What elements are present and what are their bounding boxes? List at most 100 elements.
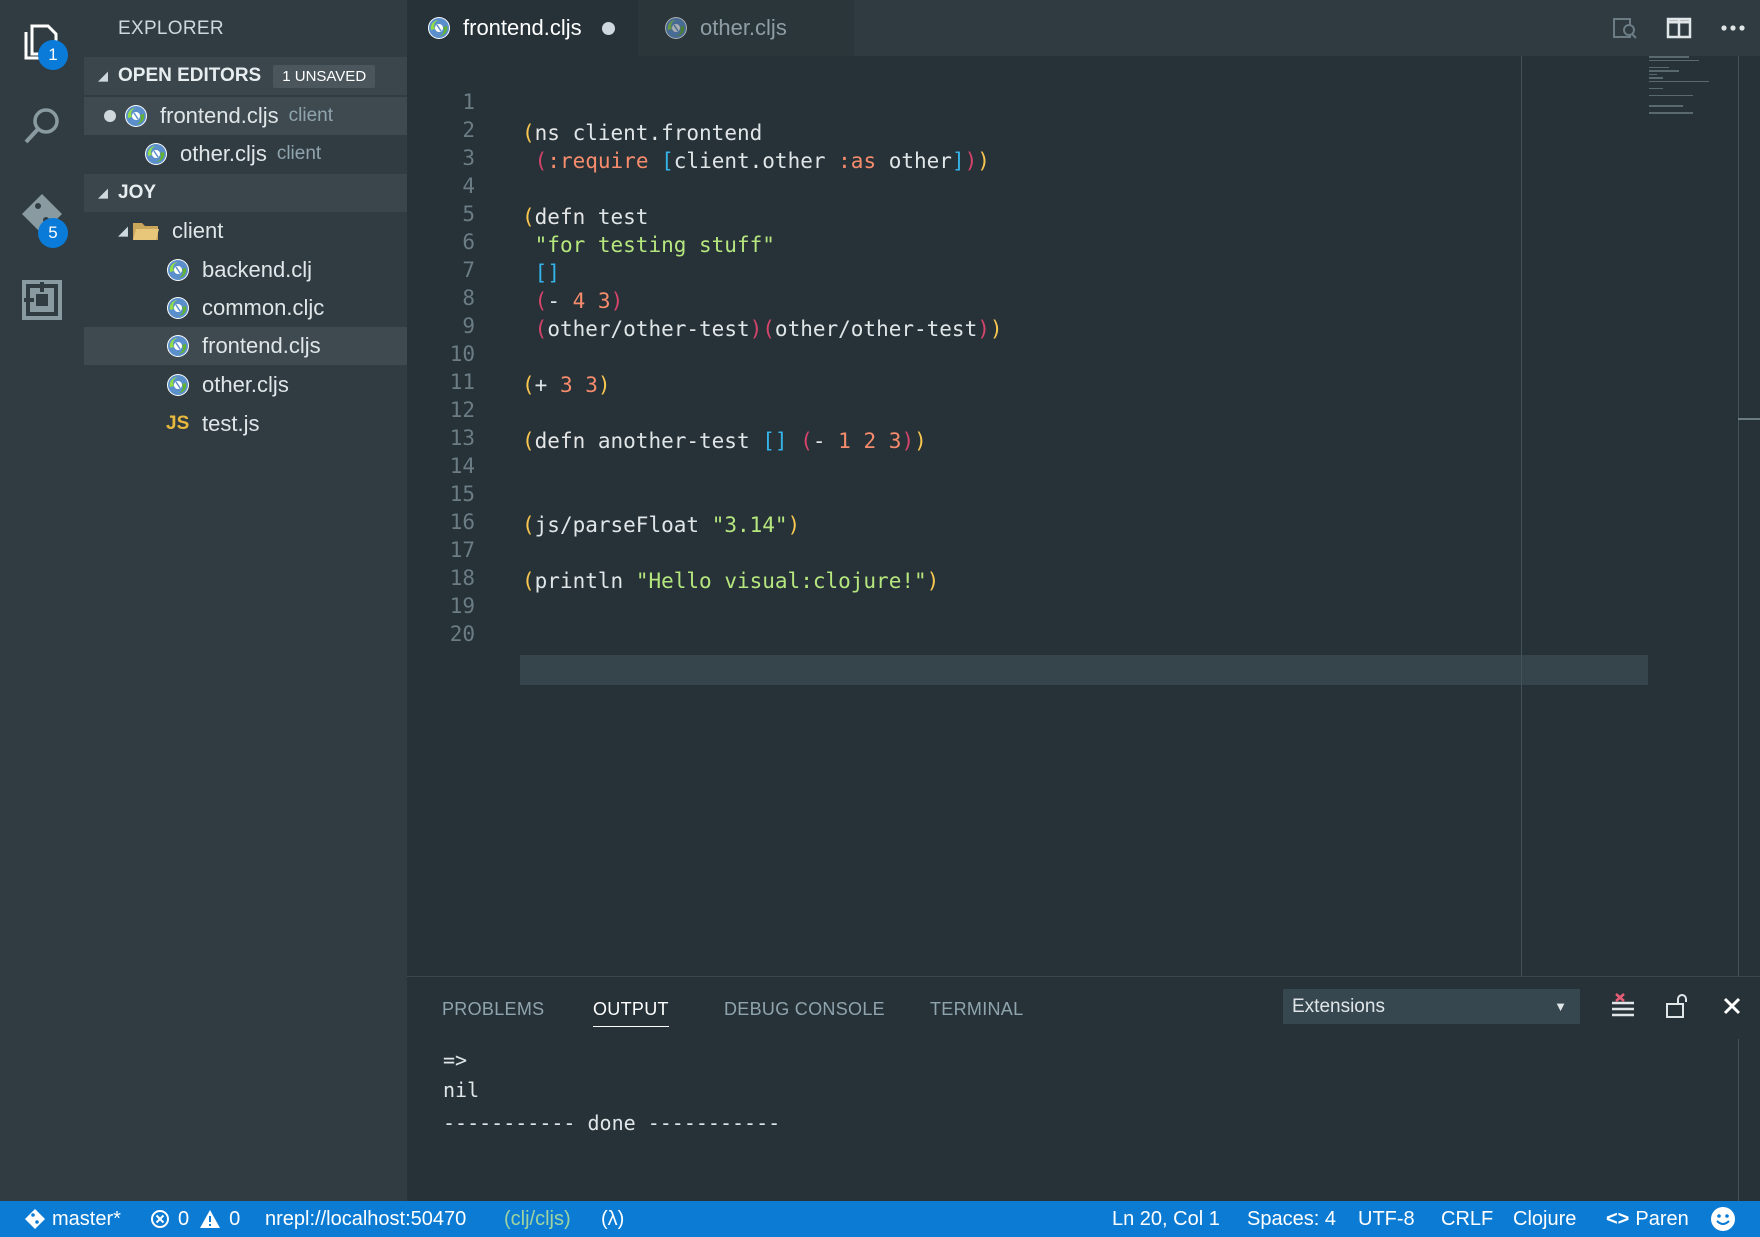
code-line-8[interactable]: 8 (other/other-test)(other/other-test)) (407, 252, 1707, 341)
code-line-5[interactable]: 5 "for testing stuff" (407, 168, 1707, 257)
encoding-status[interactable]: UTF-8 (1358, 1201, 1415, 1237)
file-backend-clj[interactable]: backend.clj (84, 251, 407, 289)
unsaved-dot-icon[interactable] (601, 21, 615, 35)
source-control-activity-button[interactable]: 5 (0, 172, 84, 256)
preview-search-icon (1613, 18, 1637, 39)
collapse-triangle-icon: ◢ (98, 68, 108, 83)
explorer-sidebar: EXPLORER ◢ OPEN EDITORS 1 UNSAVED fronte… (84, 0, 407, 1201)
branch-status[interactable]: master* (24, 1201, 121, 1237)
unsaved-dot-icon (104, 110, 116, 122)
code-line-18[interactable]: 18 (407, 532, 1707, 590)
project-label: JOY (118, 182, 157, 203)
nrepl-status[interactable]: nrepl://localhost:50470 (265, 1201, 466, 1237)
output-line: ----------- done ----------- (443, 1111, 781, 1135)
unlock-icon (1666, 994, 1687, 1018)
code-line-16[interactable]: 16 (407, 476, 1707, 534)
javascript-file-icon: JS (166, 413, 190, 434)
open-editor-desc: client (288, 105, 333, 126)
repl-mode-status[interactable]: (clj/cljs) (504, 1201, 571, 1237)
code-line-1[interactable]: 1 (ns client.frontend (407, 56, 1707, 145)
warning-count: 0 (229, 1207, 241, 1230)
cursor-position-status[interactable]: Ln 20, Col 1 (1112, 1201, 1220, 1237)
smiley-icon (1711, 1207, 1735, 1231)
ellipsis-icon (1721, 25, 1745, 31)
language-status[interactable]: Clojure (1513, 1201, 1576, 1237)
file-name: common.cljc (202, 295, 325, 320)
line-number: 20 (449, 622, 475, 646)
more-actions-button[interactable] (1706, 24, 1760, 32)
tab-label: frontend.cljs (463, 15, 582, 40)
problems-status[interactable]: 0 0 (150, 1201, 240, 1237)
editor-actions (1598, 0, 1760, 56)
code-line-11[interactable]: 11 (407, 336, 1707, 394)
clear-output-button[interactable] (1608, 991, 1638, 1021)
status-bar: master* 0 0 nrepl://localhost:50470 (clj… (0, 1201, 1760, 1237)
code-line-6[interactable]: 6 [] (407, 196, 1707, 285)
close-panel-button[interactable] (1717, 991, 1747, 1021)
scm-badge: 5 (38, 218, 68, 248)
clojure-file-icon (166, 258, 190, 282)
lambda-status[interactable]: (λ) (601, 1201, 624, 1237)
code-line-2[interactable]: 2 (:require [client.other :as other])) (407, 84, 1707, 173)
code-line-14[interactable]: 14 (407, 420, 1707, 478)
eol-status[interactable]: CRLF (1441, 1201, 1493, 1237)
code-line-15[interactable]: 15 (js/parseFloat "3.14") (407, 448, 1707, 537)
folder-client[interactable]: ◢ client (84, 212, 407, 250)
search-activity-button[interactable] (0, 84, 84, 168)
code-line-7[interactable]: 7 (- 4 3) (407, 224, 1707, 313)
clojure-file-icon (427, 16, 451, 40)
current-line-highlight (520, 655, 1648, 685)
code-line-12[interactable]: 12 (defn another-test [] (- 1 2 3)) (407, 364, 1707, 453)
code-line-4[interactable]: 4 (defn test (407, 140, 1707, 229)
output-channel-value: Extensions (1292, 995, 1385, 1017)
clojure-file-icon (124, 104, 148, 128)
open-editor-other[interactable]: other.cljs client (84, 135, 407, 173)
open-preview-button[interactable] (1598, 15, 1652, 41)
scroll-lock-button[interactable] (1662, 991, 1692, 1021)
code-line-17[interactable]: 17 (println "Hello visual:clojure!") (407, 504, 1707, 593)
file-test-js[interactable]: JS test.js (84, 405, 407, 443)
code-line-3[interactable]: 3 (407, 112, 1707, 170)
dropdown-arrow-icon: ▼ (1554, 999, 1567, 1014)
search-icon (24, 108, 59, 144)
activity-bar: 1 5 (0, 0, 84, 1201)
split-editor-button[interactable] (1652, 16, 1706, 40)
code-editor[interactable]: 1 (ns client.frontend 2 (:require [clien… (407, 56, 1760, 976)
code-line-20[interactable]: 20 (407, 588, 1707, 646)
file-name: other.cljs (202, 372, 289, 397)
indentation-status[interactable]: Spaces: 4 (1247, 1201, 1336, 1237)
code-line-10[interactable]: 10 (+ 3 3) (407, 308, 1707, 397)
panel-scrollbar[interactable] (1738, 1039, 1760, 1201)
tab-output[interactable]: OUTPUT (593, 999, 669, 1027)
file-other-cljs[interactable]: other.cljs (84, 366, 407, 404)
open-editor-frontend[interactable]: frontend.cljs client (84, 97, 407, 135)
tab-terminal[interactable]: TERMINAL (930, 999, 1023, 1020)
tab-frontend-cljs[interactable]: frontend.cljs (407, 0, 638, 56)
file-frontend-cljs[interactable]: frontend.cljs (84, 327, 407, 365)
tab-problems[interactable]: PROBLEMS (442, 999, 544, 1020)
folder-open-icon (133, 223, 159, 240)
editor-scrollbar[interactable] (1738, 56, 1760, 976)
explorer-badge: 1 (38, 40, 68, 70)
feedback-button[interactable] (1710, 1201, 1736, 1237)
error-icon (151, 1210, 169, 1228)
file-common-cljc[interactable]: common.cljc (84, 289, 407, 327)
open-editor-desc: client (276, 143, 322, 164)
code-line-9[interactable]: 9 (407, 280, 1707, 338)
extensions-icon (22, 280, 62, 320)
editor-tab-bar: frontend.cljs other.cljs (407, 0, 1760, 56)
branch-name: master* (52, 1207, 121, 1230)
minimap[interactable] (1649, 56, 1719, 114)
tab-other-cljs[interactable]: other.cljs (638, 0, 854, 56)
open-editor-name: other.cljs (180, 141, 267, 166)
explorer-activity-button[interactable]: 1 (0, 0, 84, 84)
tab-debug-console[interactable]: DEBUG CONSOLE (724, 999, 885, 1020)
paren-mode-status[interactable]: <> Paren (1606, 1201, 1689, 1237)
open-editors-section[interactable]: ◢ OPEN EDITORS 1 UNSAVED (84, 57, 407, 95)
clojure-file-icon (664, 16, 688, 40)
code-line-19[interactable]: 19 (407, 560, 1707, 618)
output-channel-select[interactable]: Extensions ▼ (1283, 989, 1580, 1024)
extensions-activity-button[interactable] (0, 258, 84, 342)
code-line-13[interactable]: 13 (407, 392, 1707, 450)
project-section-joy[interactable]: ◢ JOY (84, 174, 407, 212)
